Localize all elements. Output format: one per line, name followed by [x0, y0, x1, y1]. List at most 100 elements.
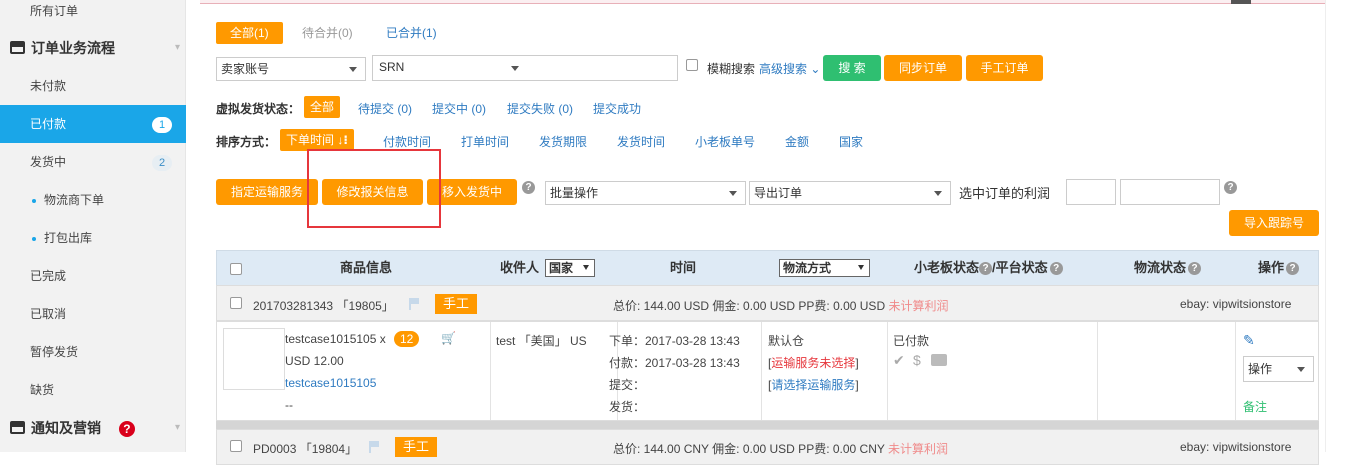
notice-close[interactable] — [1231, 0, 1251, 4]
profit-input-2[interactable] — [1120, 179, 1220, 205]
sidebar-section-notify[interactable]: 通知及营销 ? ▾ — [0, 409, 186, 447]
sort-print-time[interactable]: 打单时间 — [461, 133, 509, 150]
virtual-status-failed[interactable]: 提交失败 (0) — [507, 100, 573, 117]
sidebar-item-paid[interactable]: 已付款 1 — [0, 105, 186, 143]
flag-icon[interactable] — [369, 441, 379, 453]
srn-input[interactable]: SRN — [372, 55, 678, 81]
sort-ship-time[interactable]: 发货时间 — [617, 133, 665, 150]
link-label: 高级搜索 — [759, 62, 808, 76]
sidebar-item-all-orders[interactable]: 所有订单 — [0, 0, 186, 30]
help-icon[interactable]: ? — [979, 262, 993, 275]
batch-ops-select[interactable]: 批量操作 — [545, 181, 746, 205]
help-icon[interactable]: ? — [1049, 262, 1063, 275]
help-icon[interactable]: ? — [1224, 181, 1237, 194]
virtual-status-all[interactable]: 全部 — [304, 96, 341, 118]
select-value: 导出订单 — [754, 186, 803, 200]
scrollbar[interactable] — [1325, 0, 1351, 452]
sort-pay-time[interactable]: 付款时间 — [383, 133, 431, 150]
sidebar-item-pack-out[interactable]: 打包出库 — [0, 219, 186, 257]
pay-time: 付款：2017-03-28 13:43 — [609, 356, 740, 370]
select-all-checkbox[interactable] — [230, 263, 242, 275]
sidebar-item-cancelled[interactable]: 已取消 — [0, 295, 186, 333]
order-summary-value: 总价: 144.00 CNY 佣金: 0.00 USD PP费: 0.00 CN… — [613, 442, 885, 456]
cart-icon[interactable]: 🛒 — [441, 331, 456, 345]
tab-all[interactable]: 全部(1) — [216, 22, 283, 44]
tab-merged[interactable]: 已合并(1) — [372, 22, 451, 44]
sidebar-item-shipping[interactable]: 发货中 2 — [0, 143, 186, 181]
help-icon[interactable]: ? — [1286, 262, 1300, 275]
order-checkbox[interactable] — [230, 297, 242, 309]
virtual-status-pending[interactable]: 待提交 (0) — [358, 100, 412, 117]
col-logistics: 物流状态? — [1134, 251, 1202, 285]
country-filter-select[interactable]: 国家 — [545, 259, 595, 277]
divider — [1235, 322, 1236, 420]
shipping-unselected-text: 运输服务未选择 — [771, 356, 856, 370]
virtual-status-label: 虚拟发货状态： — [216, 102, 301, 116]
notice-bar — [200, 0, 1325, 4]
virtual-status-submitting[interactable]: 提交中 (0) — [432, 100, 486, 117]
order-summary: 总价: 144.00 USD 佣金: 0.00 USD PP费: 0.00 US… — [613, 297, 948, 314]
sort-ship-deadline[interactable]: 发货期限 — [539, 133, 587, 150]
sync-orders-button[interactable]: 同步订单 — [884, 55, 962, 81]
export-orders-select[interactable]: 导出订单 — [749, 181, 951, 205]
chevron-down-icon: ▾ — [174, 422, 180, 433]
col-ops-label: 操作 — [1258, 260, 1285, 275]
remark-link[interactable]: 备注 — [1243, 398, 1267, 415]
import-tracking-button[interactable]: 导入跟踪号 — [1229, 210, 1319, 236]
check-icon: ✔ — [893, 352, 905, 368]
product-price: USD 12.00 — [285, 354, 344, 368]
sidebar-item-paused[interactable]: 暂停发货 — [0, 333, 186, 371]
product-image[interactable] — [223, 328, 285, 390]
highlight-box — [307, 149, 441, 228]
bullet-icon — [32, 198, 36, 203]
help-icon[interactable]: ? — [1188, 262, 1202, 275]
sort-amount[interactable]: 金额 — [785, 133, 809, 150]
truck-icon — [931, 354, 947, 366]
manual-tag: 手工 — [435, 294, 478, 314]
warehouse: 默认仓 — [768, 334, 805, 348]
col-time: 时间 — [670, 260, 697, 275]
edit-icon[interactable]: ✎ — [1243, 332, 1255, 349]
advanced-search-link[interactable]: 高级搜索 ⌄ — [759, 60, 820, 77]
manual-order-button[interactable]: 手工订单 — [966, 55, 1043, 81]
order-summary: 总价: 144.00 CNY 佣金: 0.00 USD PP费: 0.00 CN… — [613, 440, 948, 457]
ops-select[interactable]: 操作 — [1243, 356, 1314, 382]
sku-link[interactable]: testcase1015105 — [285, 376, 376, 390]
order-code: 「19804」 — [299, 442, 358, 456]
sidebar-section-order-flow[interactable]: 订单业务流程 ▾ — [0, 29, 186, 67]
order-number: 201703281343 「19805」 — [253, 297, 394, 314]
sort-country[interactable]: 国家 — [839, 133, 863, 150]
quantity-badge: 12 — [394, 331, 420, 347]
fuzzy-search-checkbox[interactable] — [686, 59, 698, 71]
profit-input-1[interactable] — [1066, 179, 1116, 205]
sidebar-item-out-of-stock[interactable]: 缺货 — [0, 371, 186, 409]
flag-icon[interactable] — [409, 298, 419, 310]
order-checkbox[interactable] — [230, 440, 242, 452]
help-icon[interactable]: ? — [118, 421, 135, 437]
sidebar-item-completed[interactable]: 已完成 — [0, 257, 186, 295]
shipping-method-select[interactable]: 物流方式 — [779, 259, 870, 277]
ship-time: 发货： — [609, 400, 646, 414]
sort-order-time[interactable]: 下单时间 ↓⁝ — [280, 129, 354, 151]
store-name: ebay: vipwitsionstore — [1180, 297, 1292, 311]
help-icon[interactable]: ? — [522, 181, 535, 194]
seller-account-select[interactable]: 卖家账号 — [216, 57, 366, 81]
virtual-status-success[interactable]: 提交成功 — [593, 100, 641, 117]
select-value: 操作 — [1248, 362, 1273, 376]
sidebar-item-carrier-order[interactable]: 物流商下单 — [0, 181, 186, 219]
store-icon — [10, 421, 25, 434]
sidebar-item-unpaid[interactable]: 未付款 — [0, 67, 186, 105]
order-number-value: 201703281343 — [253, 299, 334, 313]
select-value: 国家 — [549, 261, 574, 275]
assign-shipping-button[interactable]: 指定运输服务 — [216, 179, 318, 205]
choose-shipping-link[interactable]: [请选择运输服务] — [768, 376, 859, 393]
sidebar-item-label: 物流商下单 — [44, 193, 105, 207]
choose-shipping-text: 请选择运输服务 — [771, 378, 856, 392]
select-value: SRN — [379, 60, 405, 74]
search-button[interactable]: 搜 索 — [823, 55, 881, 81]
sort-order-number[interactable]: 小老板单号 — [695, 133, 755, 150]
dropdown-arrow-icon — [511, 66, 519, 71]
paid-status: 已付款 — [893, 334, 930, 348]
tab-pending-merge[interactable]: 待合并(0) — [288, 22, 367, 44]
col-product: 商品信息 — [340, 260, 393, 275]
